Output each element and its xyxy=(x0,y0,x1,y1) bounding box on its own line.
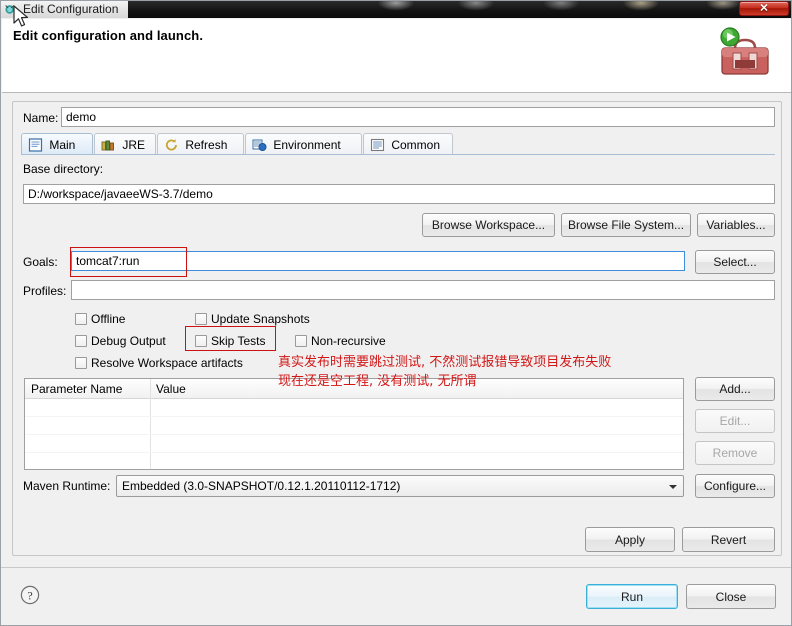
variables-button[interactable]: Variables... xyxy=(697,213,775,237)
checkbox-box xyxy=(75,357,87,369)
goals-input[interactable] xyxy=(71,251,685,271)
tab-underline xyxy=(21,154,775,155)
chevron-down-icon xyxy=(669,485,677,489)
checkbox-box xyxy=(75,313,87,325)
window-close-button[interactable]: ✕ xyxy=(739,1,789,16)
window-titlebar: Edit Configuration ✕ xyxy=(1,1,791,18)
common-list-icon xyxy=(370,138,385,152)
main-page-icon xyxy=(28,138,43,152)
revert-button[interactable]: Revert xyxy=(682,527,775,552)
checkbox-box xyxy=(195,335,207,347)
checkbox-skip-tests-label: Skip Tests xyxy=(211,334,266,348)
tab-strip: Main JRE Refresh Environment Common xyxy=(21,133,775,155)
bottom-divider xyxy=(1,567,791,568)
tab-jre[interactable]: JRE xyxy=(94,133,156,155)
tab-main[interactable]: Main xyxy=(21,133,93,155)
close-dialog-button[interactable]: Close xyxy=(686,584,776,609)
profiles-input[interactable] xyxy=(71,280,775,300)
svg-text:?: ? xyxy=(27,589,32,603)
checkbox-box xyxy=(195,313,207,325)
column-header-value: Value xyxy=(156,382,186,396)
name-label: Name: xyxy=(23,111,59,125)
table-row[interactable] xyxy=(25,435,683,453)
goals-label: Goals: xyxy=(23,255,58,269)
checkbox-update-snapshots[interactable]: Update Snapshots xyxy=(195,312,310,326)
checkbox-box xyxy=(75,335,87,347)
configuration-panel: Name: Main JRE xyxy=(12,101,782,556)
base-directory-input[interactable] xyxy=(23,184,775,204)
tab-common[interactable]: Common xyxy=(363,133,453,155)
maven-runtime-select[interactable]: Embedded (3.0-SNAPSHOT/0.12.1.20110112-1… xyxy=(116,475,684,497)
parameters-table[interactable]: Parameter Name Value xyxy=(24,378,684,470)
help-question-icon[interactable]: ? xyxy=(20,585,40,605)
tab-jre-label: JRE xyxy=(122,138,146,152)
checkbox-offline-label: Offline xyxy=(91,312,126,326)
browse-workspace-button[interactable]: Browse Workspace... xyxy=(422,213,555,237)
add-parameter-button[interactable]: Add... xyxy=(695,377,775,401)
window-title: Edit Configuration xyxy=(1,1,129,18)
edit-parameter-button[interactable]: Edit... xyxy=(695,409,775,433)
table-header-row: Parameter Name Value xyxy=(25,379,683,399)
checkbox-update-snapshots-label: Update Snapshots xyxy=(211,312,310,326)
refresh-icon xyxy=(165,139,177,151)
dialog-header: Edit configuration and launch. xyxy=(2,19,791,93)
checkbox-box xyxy=(295,335,307,347)
tab-main-label: Main xyxy=(49,138,76,152)
checkbox-skip-tests[interactable]: Skip Tests xyxy=(195,334,265,348)
goals-select-button[interactable]: Select... xyxy=(695,250,775,274)
tab-refresh[interactable]: Refresh xyxy=(157,133,244,155)
browse-file-system-button[interactable]: Browse File System... xyxy=(561,213,691,237)
maven-runtime-label: Maven Runtime: xyxy=(23,479,111,493)
close-icon: ✕ xyxy=(759,2,769,14)
checkbox-offline[interactable]: Offline xyxy=(75,312,125,326)
name-input[interactable] xyxy=(61,107,775,127)
environment-icon xyxy=(252,139,267,151)
page-title: Edit configuration and launch. xyxy=(13,28,204,43)
run-button[interactable]: Run xyxy=(586,584,678,609)
checkbox-resolve-workspace-artifacts-label: Resolve Workspace artifacts xyxy=(91,356,243,370)
checkbox-debug-output-label: Debug Output xyxy=(91,334,166,348)
column-header-parameter-name: Parameter Name xyxy=(31,382,123,396)
maven-toolbox-launch-icon xyxy=(720,27,769,75)
edit-configuration-dialog: Edit Configuration ✕ Edit configuration … xyxy=(0,0,792,626)
configure-button[interactable]: Configure... xyxy=(695,474,775,498)
table-row[interactable] xyxy=(25,399,683,417)
tab-environment-label: Environment xyxy=(273,138,341,152)
tab-refresh-label: Refresh xyxy=(185,138,228,152)
debug-configuration-icon xyxy=(5,5,15,14)
remove-parameter-button[interactable]: Remove xyxy=(695,441,775,465)
checkbox-non-recursive-label: Non-recursive xyxy=(311,334,386,348)
checkbox-non-recursive[interactable]: Non-recursive xyxy=(295,334,386,348)
apply-button[interactable]: Apply xyxy=(585,527,675,552)
tab-environment[interactable]: Environment xyxy=(245,133,362,155)
checkbox-debug-output[interactable]: Debug Output xyxy=(75,334,166,348)
profiles-label: Profiles: xyxy=(23,284,67,298)
maven-runtime-value: Embedded (3.0-SNAPSHOT/0.12.1.20110112-1… xyxy=(122,479,401,493)
tab-common-label: Common xyxy=(391,138,441,152)
base-directory-label: Base directory: xyxy=(23,162,104,176)
checkbox-resolve-workspace-artifacts[interactable]: Resolve Workspace artifacts xyxy=(75,356,243,370)
table-row[interactable] xyxy=(25,453,683,469)
table-row[interactable] xyxy=(25,417,683,435)
jre-books-icon xyxy=(101,140,114,151)
